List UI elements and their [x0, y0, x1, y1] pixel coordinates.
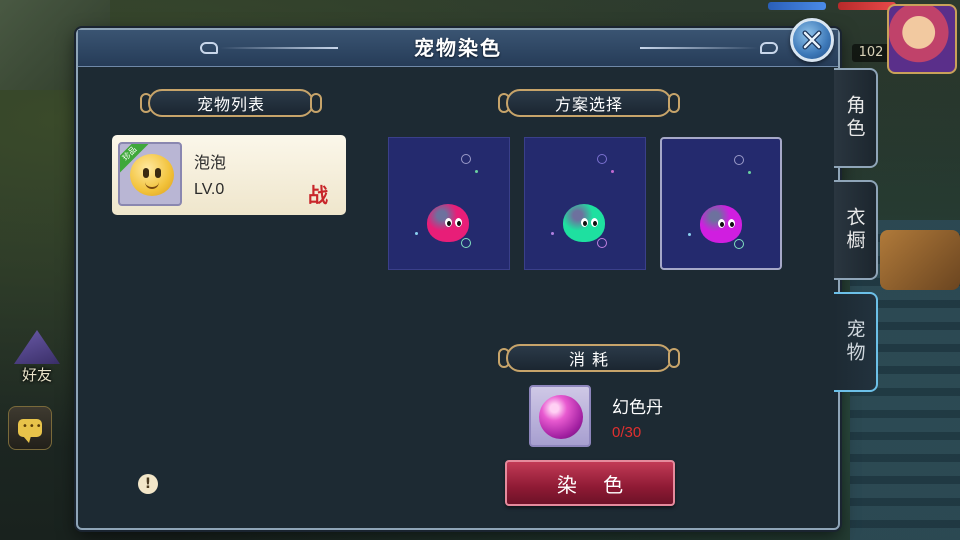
consumption-title: 消 耗: [568, 350, 610, 369]
window-title: 宠物染色: [414, 36, 502, 60]
panel-header: 宠物染色: [78, 30, 838, 67]
info-icon[interactable]: !: [138, 474, 158, 494]
scheme-option-1[interactable]: [388, 137, 510, 270]
tab-wardrobe-label: 衣橱: [843, 207, 866, 253]
pet-name: 泡泡: [194, 153, 227, 172]
tab-character[interactable]: 角色: [834, 68, 878, 168]
pet-preview-blob: [427, 204, 469, 242]
scheme-select-title: 方案选择: [554, 95, 623, 114]
tab-pet[interactable]: 宠物: [834, 292, 878, 392]
pet-list-title: 宠物列表: [196, 95, 265, 114]
friend-label: 好友: [21, 366, 52, 384]
dye-button[interactable]: 染 色: [505, 460, 675, 506]
battle-status-badge: 战: [308, 183, 328, 207]
chat-icon: •••: [18, 419, 42, 443]
dye-pill-icon: [539, 395, 583, 439]
close-icon: [802, 30, 822, 50]
tab-pet-label: 宠物: [843, 319, 866, 365]
close-button[interactable]: [790, 18, 834, 62]
friend-hat-icon: [14, 330, 60, 364]
pet-thumbnail: 珍品: [118, 142, 182, 206]
background-building: [880, 230, 960, 290]
material-name: 幻色丹: [612, 398, 663, 418]
tab-character-label: 角色: [843, 95, 866, 141]
friend-button[interactable]: 好友: [8, 330, 66, 386]
chat-button[interactable]: •••: [8, 406, 52, 450]
player-level-badge: 102: [852, 44, 890, 62]
pet-bubble-icon: [130, 154, 174, 196]
pet-level: LV.0: [194, 181, 225, 198]
pet-list-header: 宠物列表: [140, 89, 322, 117]
material-slot[interactable]: [529, 385, 591, 447]
material-count: 0/30: [612, 424, 642, 441]
pet-preview-blob: [563, 204, 605, 242]
player-avatar[interactable]: [887, 4, 957, 74]
pet-list-item[interactable]: 珍品 泡泡 LV.0 战: [112, 135, 346, 215]
pet-preview-blob: [700, 205, 742, 243]
scheme-option-3[interactable]: [660, 137, 782, 270]
scheme-select-header: 方案选择: [498, 89, 680, 117]
scheme-option-2[interactable]: [524, 137, 646, 270]
tab-wardrobe[interactable]: 衣橱: [834, 180, 878, 280]
hp-bar: [768, 2, 826, 10]
consumption-header: 消 耗: [498, 344, 680, 372]
